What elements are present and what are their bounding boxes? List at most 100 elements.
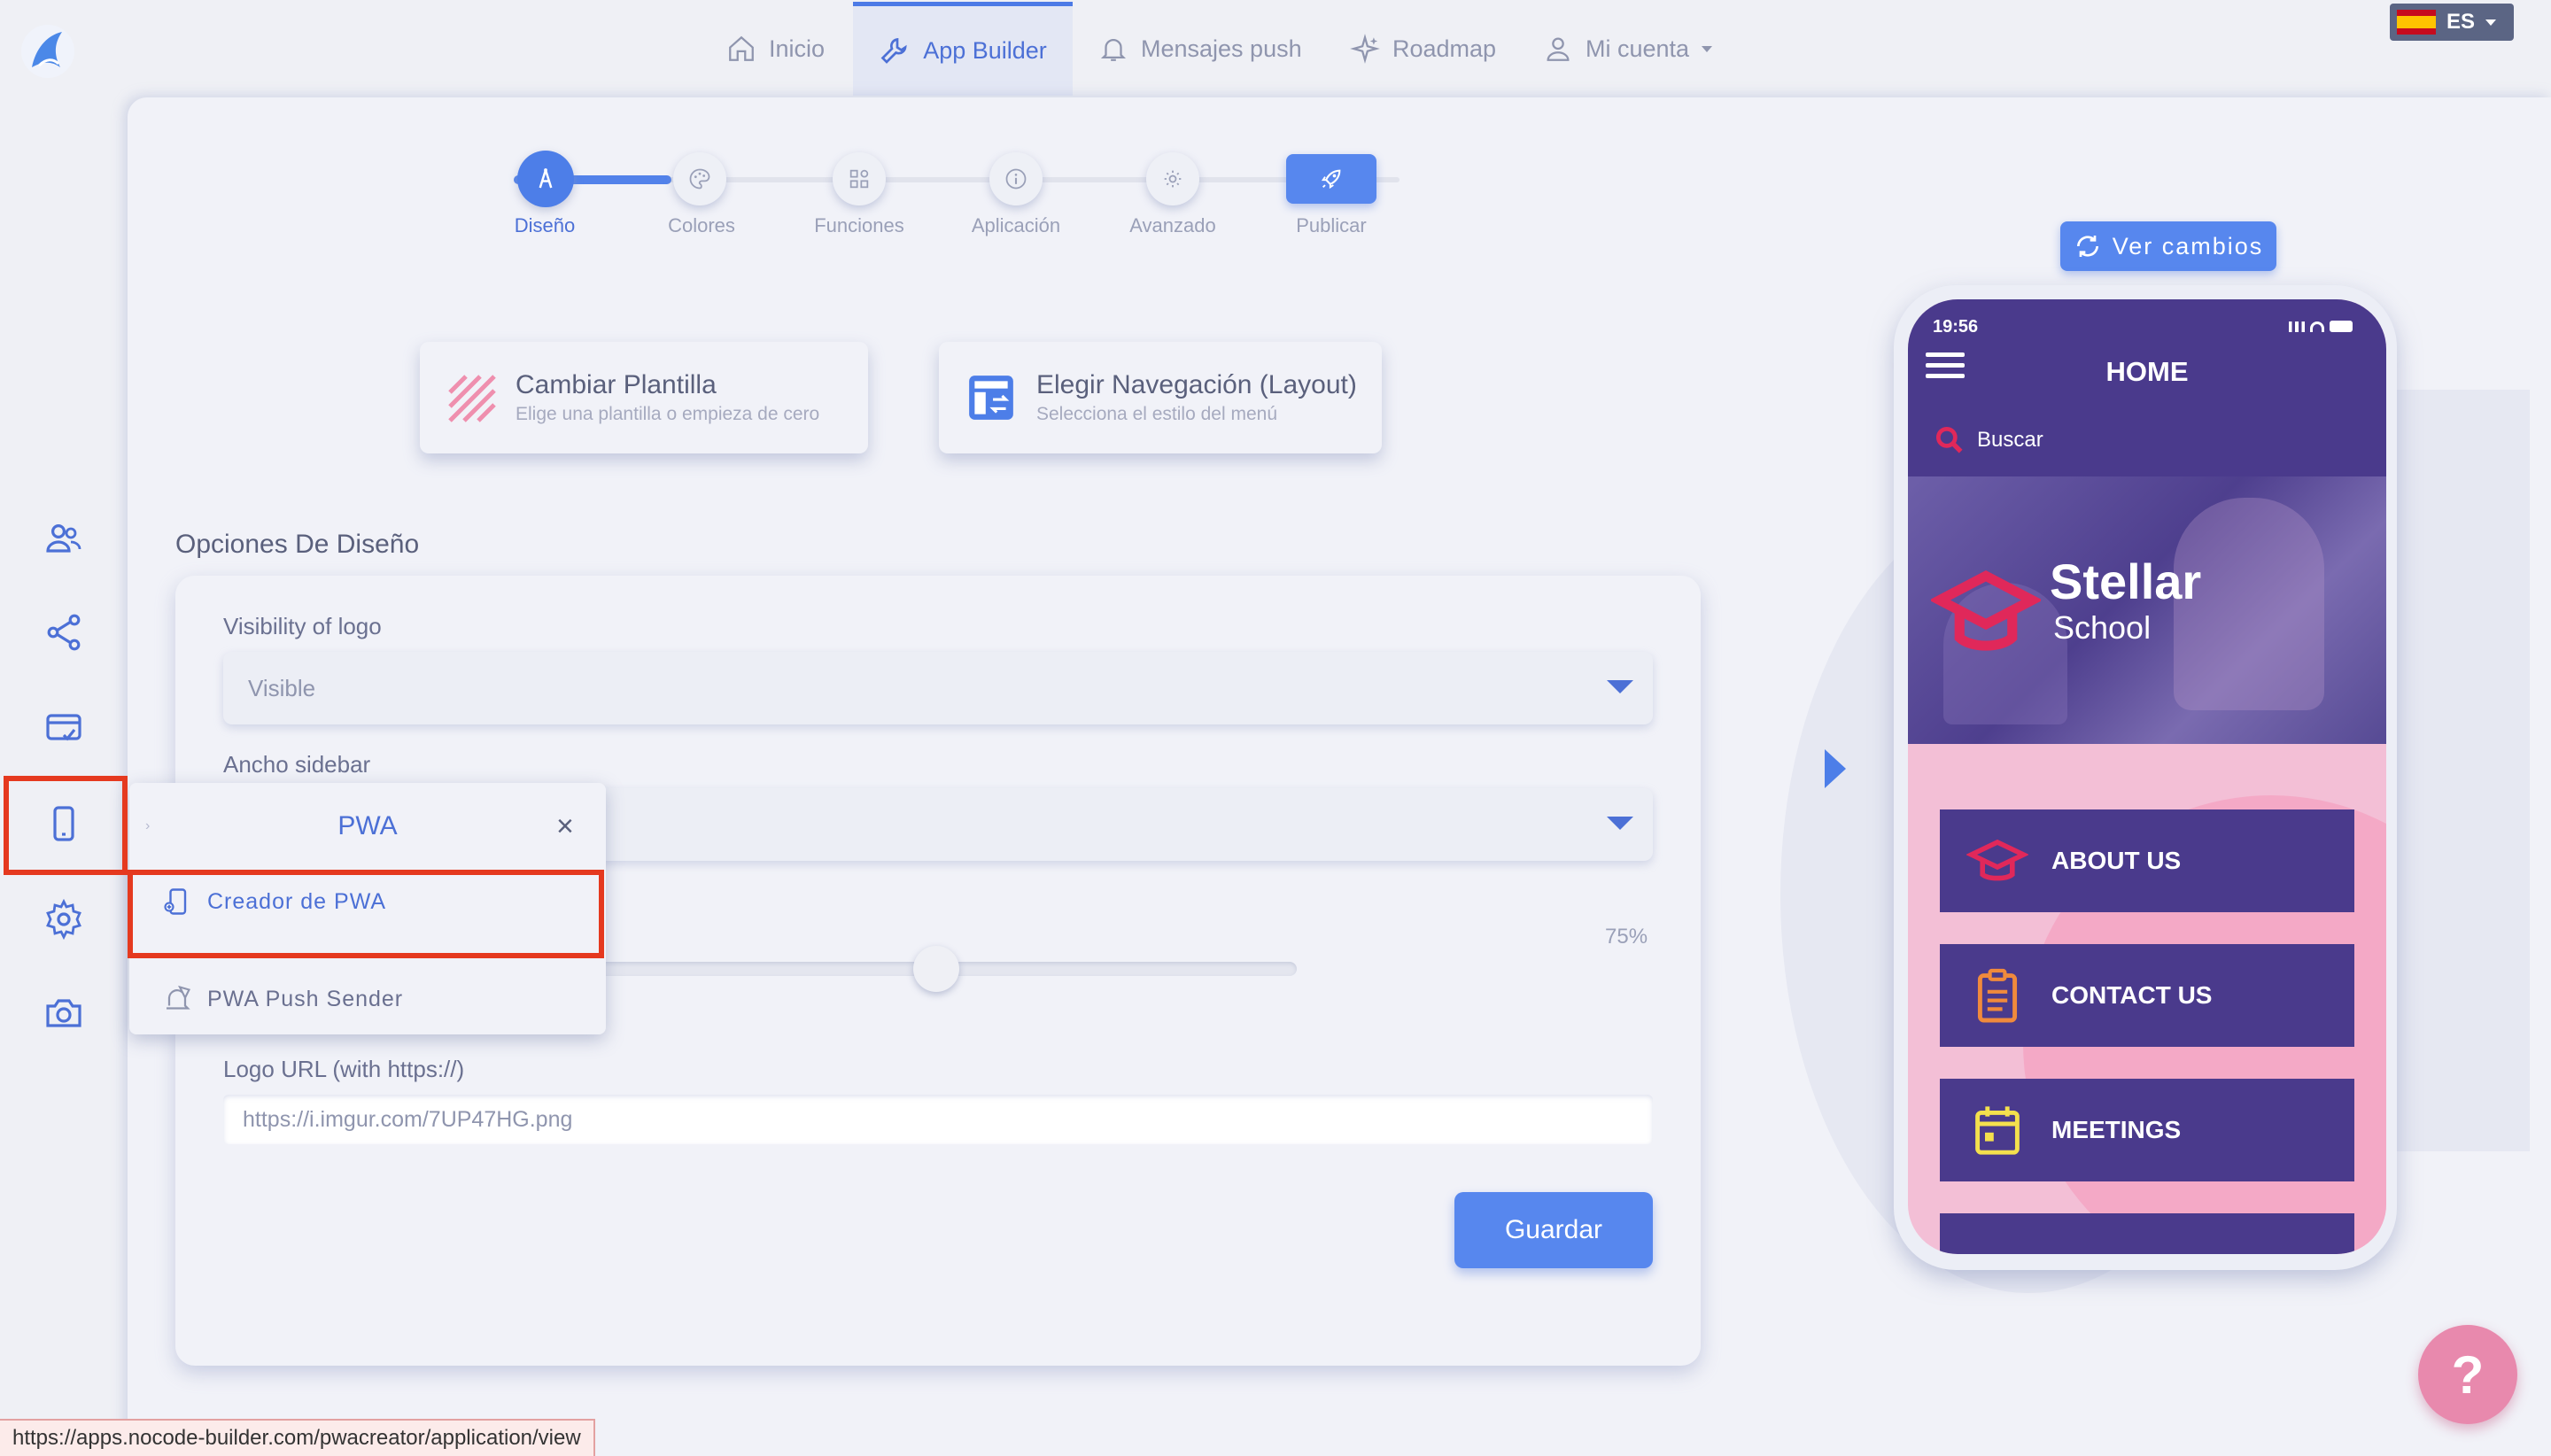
logo-url-value: https://i.imgur.com/7UP47HG.png bbox=[243, 1106, 573, 1132]
language-selector[interactable]: ES bbox=[2390, 4, 2514, 41]
layout-swap-icon bbox=[969, 376, 1013, 420]
phone-header-title: HOME bbox=[2105, 356, 2189, 387]
brand-subtitle: School bbox=[2053, 609, 2152, 646]
refresh-icon bbox=[2076, 236, 2098, 257]
menu-about-us-label: ABOUT US bbox=[2051, 847, 2182, 874]
phone-search-bar[interactable]: Buscar bbox=[1933, 423, 2043, 457]
nav-inicio[interactable]: Inicio bbox=[726, 0, 825, 97]
elegir-navegacion-card[interactable]: Elegir Navegación (Layout) Selecciona el… bbox=[939, 342, 1382, 453]
help-button[interactable]: ? bbox=[2418, 1325, 2517, 1424]
cambiar-plantilla-title: Cambiar Plantilla bbox=[516, 370, 717, 399]
guardar-button[interactable]: Guardar bbox=[1454, 1192, 1653, 1268]
phone-search-label: Buscar bbox=[1977, 428, 2043, 452]
nav-roadmap-label: Roadmap bbox=[1392, 35, 1497, 62]
compass-icon bbox=[539, 168, 553, 189]
step-aplicacion[interactable] bbox=[989, 152, 1043, 205]
phone-screen: 19:56 HOME Buscar Stellar School ABOUT U… bbox=[1908, 299, 2386, 1254]
clipboard-icon bbox=[1977, 968, 2018, 1023]
nav-app-builder[interactable]: App Builder bbox=[853, 2, 1073, 96]
wrench-icon bbox=[880, 37, 907, 64]
caret-down-icon bbox=[1607, 680, 1633, 693]
chevron-down-icon bbox=[2485, 19, 2497, 26]
elegir-navegacion-title: Elegir Navegación (Layout) bbox=[1036, 370, 1357, 399]
brand-title: Stellar bbox=[2050, 554, 2202, 609]
step-publicar-label: Publicar bbox=[1296, 214, 1367, 236]
preview-arrow-icon[interactable] bbox=[1825, 749, 1846, 788]
step-diseno[interactable] bbox=[517, 151, 574, 207]
nav-roadmap[interactable]: Roadmap bbox=[1350, 0, 1496, 97]
nav-mensajes-push[interactable]: Mensajes push bbox=[1098, 0, 1302, 97]
camera-icon[interactable] bbox=[43, 992, 85, 1034]
pwa-push-sender-label: PWA Push Sender bbox=[207, 986, 404, 1011]
chevron-down-icon bbox=[1702, 45, 1713, 52]
nav-mensajes-push-label: Mensajes push bbox=[1141, 35, 1302, 62]
menu-meetings[interactable]: MEETINGS bbox=[1940, 1079, 2354, 1181]
step-avanzado[interactable] bbox=[1146, 152, 1199, 205]
sidebar-width-label: Ancho sidebar bbox=[223, 751, 371, 778]
logo-visibility-select[interactable]: Visible bbox=[223, 652, 1653, 724]
preview-backdrop-right bbox=[2392, 390, 2530, 1151]
close-icon[interactable]: × bbox=[556, 809, 574, 844]
settings-icon bbox=[1164, 170, 1182, 188]
pwa-push-sender-item[interactable]: PWA Push Sender bbox=[161, 983, 403, 1015]
ver-cambios-button[interactable]: Ver cambios bbox=[2060, 221, 2276, 271]
menu-about-us[interactable]: ABOUT US bbox=[1940, 809, 2354, 912]
card-icon[interactable] bbox=[43, 707, 85, 749]
step-funciones[interactable] bbox=[833, 152, 886, 205]
bell-icon bbox=[1100, 39, 1127, 61]
logo-visibility-value: Visible bbox=[248, 674, 316, 701]
section-title: Opciones De Diseño bbox=[175, 530, 420, 559]
wifi-icon bbox=[2310, 321, 2324, 332]
step-funciones-label: Funciones bbox=[814, 214, 904, 236]
palette-icon bbox=[689, 168, 710, 190]
menu-meetings-label: MEETINGS bbox=[2051, 1116, 2182, 1143]
gear-icon[interactable] bbox=[43, 898, 85, 941]
menu-next-item[interactable] bbox=[1940, 1213, 2354, 1254]
graduation-cap-icon bbox=[1966, 839, 2028, 881]
sparkle-icon bbox=[1350, 34, 1380, 64]
slider-thumb[interactable] bbox=[913, 946, 959, 992]
status-bar-url: https://apps.nocode-builder.com/pwacreat… bbox=[0, 1419, 595, 1456]
cambiar-plantilla-card[interactable]: Cambiar Plantilla Elige una plantilla o … bbox=[420, 342, 868, 453]
step-publicar[interactable] bbox=[1286, 154, 1376, 204]
home-icon bbox=[729, 35, 754, 61]
cambiar-plantilla-subtitle: Elige una plantilla o empieza de cero bbox=[516, 404, 820, 424]
share-icon[interactable] bbox=[43, 611, 85, 654]
grid-icon bbox=[849, 169, 869, 189]
spain-flag-icon bbox=[2397, 10, 2436, 35]
elegir-navegacion-subtitle: Selecciona el estilo del menú bbox=[1036, 404, 1277, 424]
nav-app-builder-label: App Builder bbox=[923, 37, 1047, 64]
phone-time: 19:56 bbox=[1933, 317, 1979, 337]
language-code: ES bbox=[2446, 10, 2476, 34]
nav-inicio-label: Inicio bbox=[769, 35, 826, 62]
step-diseno-label: Diseño bbox=[514, 214, 576, 236]
pwa-popup-title: PWA bbox=[337, 811, 398, 840]
top-bar: Inicio App Builder Mensajes push Roadmap… bbox=[0, 0, 2551, 97]
step-avanzado-label: Avanzado bbox=[1129, 214, 1216, 236]
logo-url-input[interactable]: https://i.imgur.com/7UP47HG.png bbox=[223, 1095, 1653, 1144]
search-icon bbox=[1935, 426, 1963, 453]
step-colores-label: Colores bbox=[668, 214, 735, 236]
calendar-icon bbox=[1975, 1106, 2020, 1155]
nav-mi-cuenta[interactable]: Mi cuenta bbox=[1543, 0, 1713, 97]
logo-visibility-label: Visibility of logo bbox=[223, 613, 382, 639]
stripes-icon bbox=[448, 375, 496, 422]
caret-down-icon bbox=[1607, 817, 1633, 830]
user-icon bbox=[1547, 37, 1570, 61]
logo-size-value: 75% bbox=[1605, 925, 1648, 949]
highlight-mobile-icon bbox=[4, 776, 128, 875]
logo-url-label: Logo URL (with https://) bbox=[223, 1056, 465, 1082]
battery-icon bbox=[2330, 321, 2353, 332]
step-colores[interactable] bbox=[673, 152, 726, 205]
push-send-icon bbox=[167, 985, 191, 1010]
app-logo-icon[interactable] bbox=[19, 23, 76, 80]
signal-icon bbox=[2289, 321, 2305, 332]
stellar-logo-icon bbox=[1931, 570, 2041, 651]
highlight-creador-de-pwa bbox=[128, 870, 604, 958]
rocket-icon bbox=[1321, 169, 1341, 190]
step-aplicacion-label: Aplicación bbox=[971, 214, 1061, 236]
menu-contact-us[interactable]: CONTACT US bbox=[1940, 944, 2354, 1047]
phone-status-icons bbox=[2289, 321, 2353, 332]
menu-contact-us-label: CONTACT US bbox=[2051, 981, 2213, 1009]
users-icon[interactable] bbox=[43, 517, 85, 560]
